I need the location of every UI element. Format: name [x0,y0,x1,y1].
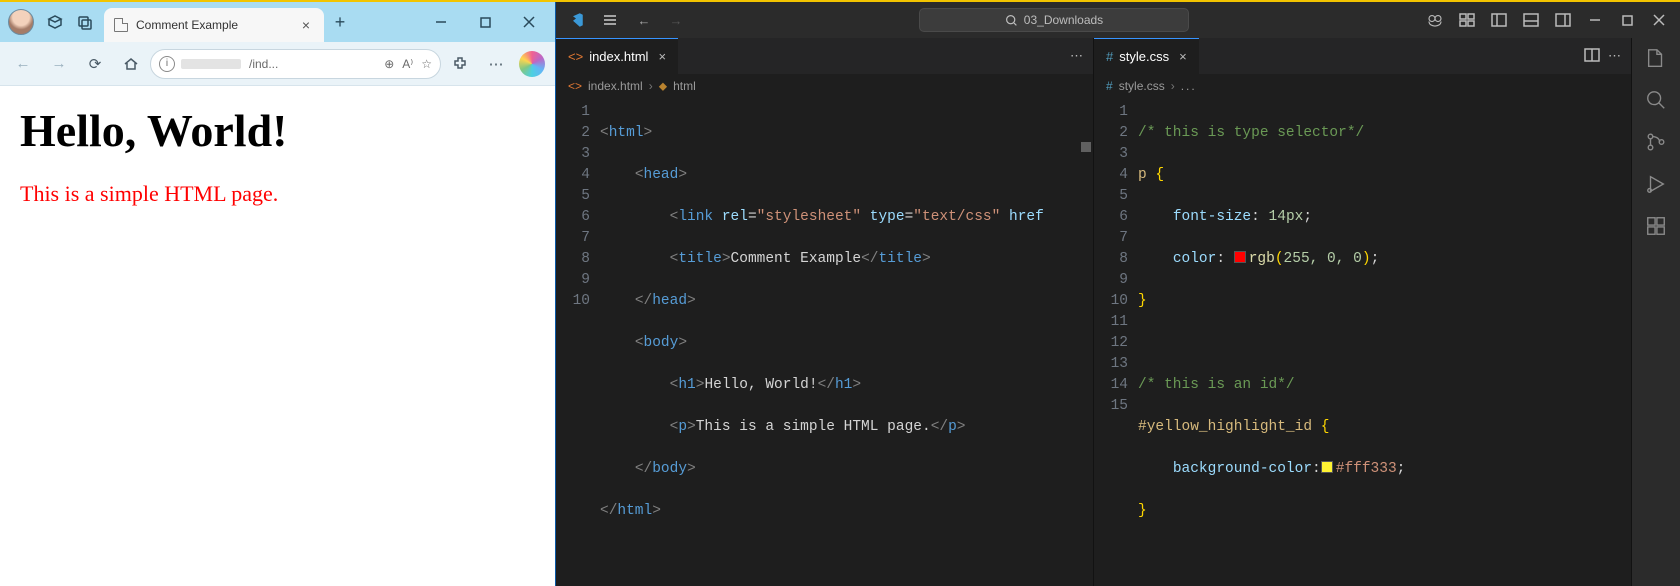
css-file-icon: # [1106,49,1113,64]
page-paragraph: This is a simple HTML page. [20,181,535,207]
url-text: /ind... [249,57,278,71]
editor-more-icon[interactable]: ⋯ [1608,48,1621,64]
files-icon[interactable] [1644,46,1668,70]
editor-tab-label: style.css [1119,49,1169,64]
tab-title: Comment Example [136,18,238,32]
breadcrumb-file: index.html [588,79,643,93]
chevron-right-icon: › [1171,79,1175,93]
breadcrumbs-left[interactable]: <> index.html › ⬥ html [556,74,1093,98]
symbol-icon: ⬥ [659,79,667,94]
vscode-window: ← → 03_Downloads <> i [556,2,1680,586]
editor-group: <> index.html × ⋯ <> index.html › ⬥ html [556,38,1632,586]
home-button[interactable] [114,48,148,80]
page-heading: Hello, World! [20,104,535,157]
toggle-panel-icon[interactable] [1516,6,1546,34]
vscode-close-button[interactable] [1644,6,1674,34]
browser-window: Comment Example × + ← → ⟳ i /ind... ⊕ A⁾… [0,2,556,586]
new-tab-button[interactable]: + [324,12,356,33]
editor-tab-close[interactable]: × [1179,49,1187,64]
editor-more-icon[interactable]: ⋯ [1070,48,1083,64]
page-icon [114,18,128,32]
forward-button[interactable]: → [42,48,76,80]
site-info-icon[interactable]: i [159,56,175,72]
toggle-secondary-sidebar-icon[interactable] [1548,6,1578,34]
source-control-icon[interactable] [1644,130,1668,154]
html-file-icon: <> [568,49,583,64]
nav-back-button[interactable]: ← [630,13,658,28]
copilot-icon[interactable] [519,51,545,77]
code-content[interactable]: /* this is type selector*/ p { font-size… [1138,98,1631,586]
editor-tabs-right: # style.css × ⋯ [1094,38,1631,74]
tab-close-button[interactable]: × [298,17,314,33]
code-content[interactable]: <html> <head> <link rel="stylesheet" typ… [600,98,1093,586]
editor-tab-label: index.html [589,49,648,64]
vscode-titlebar: ← → 03_Downloads [556,2,1680,38]
editor-pane-left: <> index.html × ⋯ <> index.html › ⬥ html [556,38,1094,586]
run-debug-icon[interactable] [1644,172,1668,196]
activity-bar [1632,38,1680,586]
vscode-minimize-button[interactable] [1580,6,1610,34]
close-button[interactable] [507,7,551,37]
code-editor-right[interactable]: 123456789101112131415 /* this is type se… [1094,98,1631,586]
vscode-maximize-button[interactable] [1612,6,1642,34]
browser-toolbar: ← → ⟳ i /ind... ⊕ A⁾ ☆ ⋯ [0,42,555,86]
html-file-icon: <> [568,79,582,93]
workspaces-icon[interactable] [40,7,70,37]
breadcrumbs-right[interactable]: # style.css › ... [1094,74,1631,98]
refresh-button[interactable]: ⟳ [78,48,112,80]
vscode-logo-icon [562,11,590,29]
address-bar[interactable]: i /ind... ⊕ A⁾ ☆ [150,49,441,79]
minimize-button[interactable] [419,7,463,37]
editor-tab-index-html[interactable]: <> index.html × [556,38,678,74]
window-controls [419,7,551,37]
editor-tabs-left: <> index.html × ⋯ [556,38,1093,74]
copilot-toggle-icon[interactable] [1420,6,1450,34]
color-swatch [1234,251,1246,263]
profile-avatar[interactable] [8,9,34,35]
css-file-icon: # [1106,79,1113,93]
layout-customize-icon[interactable] [1452,6,1482,34]
extensions-icon[interactable] [443,48,477,80]
zoom-icon[interactable]: ⊕ [384,57,394,71]
search-icon[interactable] [1644,88,1668,112]
rendered-page: Hello, World! This is a simple HTML page… [0,86,555,586]
editor-tab-style-css[interactable]: # style.css × [1094,38,1199,74]
chevron-right-icon: › [649,79,653,93]
minimap[interactable] [1081,142,1091,152]
breadcrumb-symbol: html [673,79,696,93]
extensions-icon[interactable] [1644,214,1668,238]
editor-tab-close[interactable]: × [658,49,666,64]
nav-forward-button[interactable]: → [662,13,690,28]
line-gutter: 123456789101112131415 [1094,98,1138,586]
more-menu-icon[interactable]: ⋯ [479,48,513,80]
menu-button[interactable] [596,12,624,28]
tab-actions-icon[interactable] [70,7,100,37]
editor-pane-right: # style.css × ⋯ # style.css › ... [1094,38,1632,586]
breadcrumb-more: ... [1181,79,1197,93]
command-center-text: 03_Downloads [1024,13,1103,27]
back-button[interactable]: ← [6,48,40,80]
command-center[interactable]: 03_Downloads [919,8,1189,32]
favorite-icon[interactable]: ☆ [421,57,432,71]
toggle-primary-sidebar-icon[interactable] [1484,6,1514,34]
read-aloud-icon[interactable]: A⁾ [402,57,413,71]
maximize-button[interactable] [463,7,507,37]
color-swatch [1321,461,1333,473]
line-gutter: 12345678910 [556,98,600,586]
browser-titlebar: Comment Example × + [0,2,555,42]
breadcrumb-file: style.css [1119,79,1165,93]
code-editor-left[interactable]: 12345678910 <html> <head> <link rel="sty… [556,98,1093,586]
url-obscured [181,59,241,69]
split-editor-icon[interactable] [1584,47,1600,66]
browser-tab[interactable]: Comment Example × [104,8,324,42]
